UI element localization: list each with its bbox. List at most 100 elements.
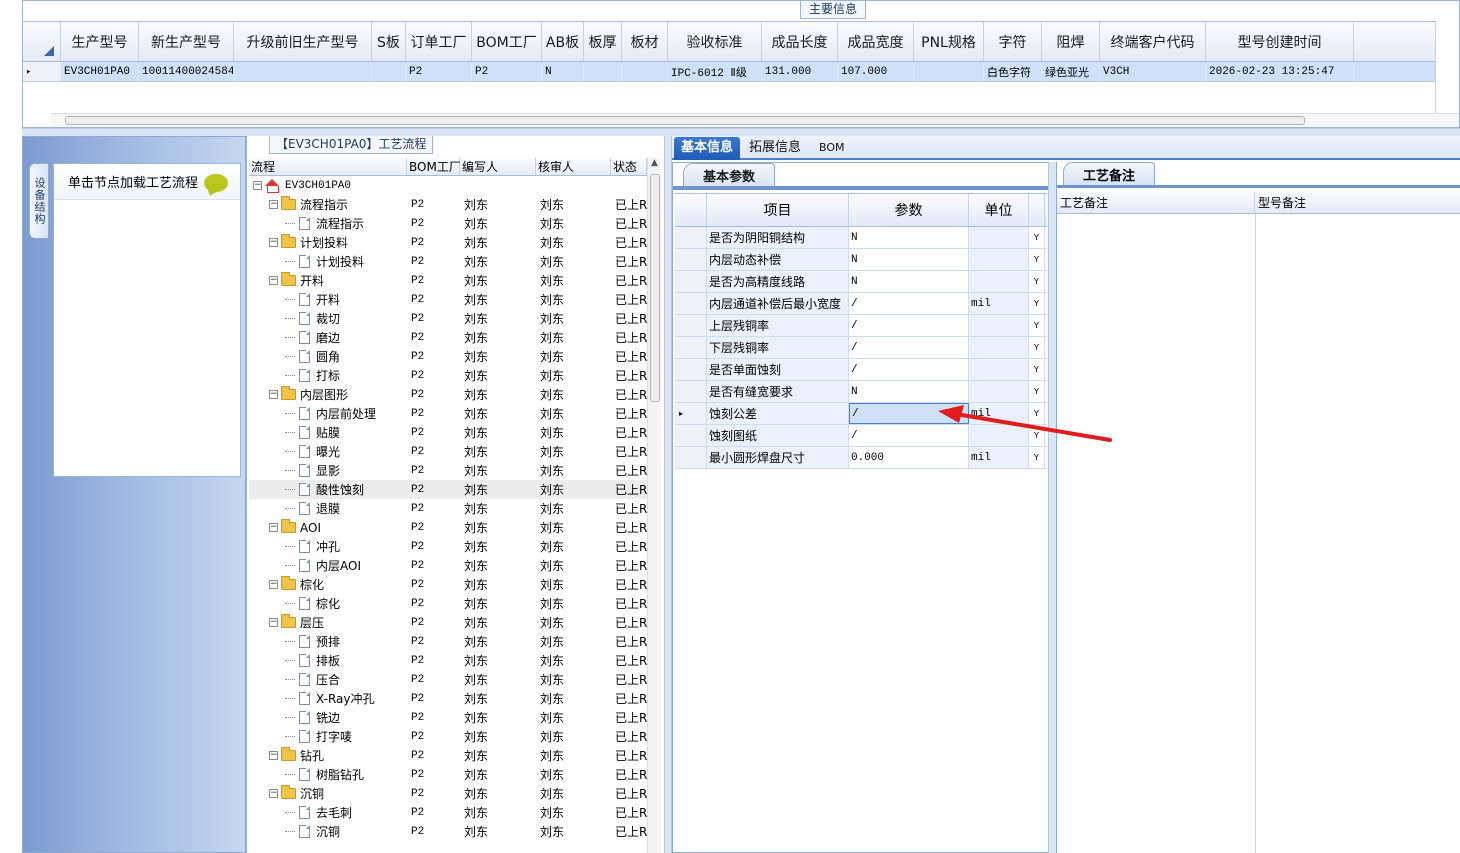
tree-row[interactable]: 裁切 P2 刘东 刘东 已上R <box>249 309 647 328</box>
horizontal-splitter[interactable] <box>22 128 1460 136</box>
cell[interactable]: 绿色亚光 <box>1042 62 1100 81</box>
param-row[interactable]: ▸ 蚀刻公差 / mil Y <box>675 403 1047 425</box>
col-header[interactable]: 阻焊 <box>1042 22 1100 61</box>
cell[interactable]: 131.000 <box>762 62 838 81</box>
cell[interactable]: N <box>542 62 584 81</box>
col-item[interactable]: 项目 <box>707 194 849 226</box>
scrollbar-thumb[interactable] <box>65 116 1305 125</box>
cell[interactable]: 107.000 <box>838 62 914 81</box>
tree-node[interactable]: 棕化 <box>249 594 407 613</box>
tree-node[interactable]: 流程指示 <box>249 214 407 233</box>
tree-node[interactable]: 曝光 <box>249 442 407 461</box>
tree-row[interactable]: 流程指示 P2 刘东 刘东 已上R <box>249 214 647 233</box>
tab-bom[interactable]: BOM <box>812 137 852 160</box>
tree-row[interactable]: − EV3CH01PA0 <box>249 176 647 195</box>
vertical-splitter-right[interactable] <box>1048 162 1056 853</box>
tree-row[interactable]: − AOI P2 刘东 刘东 已上R <box>249 518 647 537</box>
col-header[interactable]: 字符 <box>984 22 1042 61</box>
param-value[interactable]: N <box>849 381 969 402</box>
param-value[interactable]: 0.000 <box>849 447 969 468</box>
tree-node[interactable]: − 棕化 <box>249 575 407 594</box>
col-process-remark[interactable]: 工艺备注 <box>1057 192 1255 213</box>
param-row[interactable]: 是否为高精度线路 N Y <box>675 271 1047 293</box>
tree-node[interactable]: 去毛刺 <box>249 803 407 822</box>
vertical-splitter[interactable] <box>664 136 672 853</box>
param-value[interactable]: N <box>849 227 969 248</box>
col-header[interactable]: 新生产型号 <box>139 22 234 61</box>
tree-row[interactable]: 打标 P2 刘东 刘东 已上R <box>249 366 647 385</box>
cell[interactable]: V3CH <box>1100 62 1206 81</box>
collapse-icon[interactable]: − <box>269 238 278 247</box>
col-header[interactable]: 终端客户代码 <box>1100 22 1206 61</box>
tree-row[interactable]: − 计划投料 P2 刘东 刘东 已上R <box>249 233 647 252</box>
tree-node[interactable]: 内层AOI <box>249 556 407 575</box>
cell[interactable]: 2026-02-23 13:25:47 <box>1206 62 1354 81</box>
cell[interactable]: 10011400024584 <box>139 62 234 81</box>
tree-node[interactable]: − 层压 <box>249 613 407 632</box>
col-header[interactable]: 板厚 <box>584 22 622 61</box>
tree-node[interactable]: − 流程指示 <box>249 195 407 214</box>
tree-node[interactable]: − 沉铜 <box>249 784 407 803</box>
param-value[interactable]: / <box>849 293 969 314</box>
tree-row[interactable]: 预排 P2 刘东 刘东 已上R <box>249 632 647 651</box>
tree-row[interactable]: 酸性蚀刻 P2 刘东 刘东 已上R <box>249 480 647 499</box>
cell[interactable] <box>914 62 984 81</box>
tree-row[interactable]: 铣边 P2 刘东 刘东 已上R <box>249 708 647 727</box>
col-header[interactable]: 型号创建时间 <box>1206 22 1354 61</box>
col-header[interactable]: 核审人 <box>536 158 611 175</box>
param-row[interactable]: 最小圆形焊盘尺寸 0.000 mil Y <box>675 447 1047 469</box>
cell[interactable]: EV3CH01PA0 <box>61 62 139 81</box>
cell[interactable]: P2 <box>472 62 542 81</box>
col-header[interactable]: PNL规格 <box>914 22 984 61</box>
tree-row[interactable]: 显影 P2 刘东 刘东 已上R <box>249 461 647 480</box>
param-value[interactable]: N <box>849 271 969 292</box>
col-header[interactable]: 升级前旧生产型号 <box>234 22 372 61</box>
col-header[interactable]: 编写人 <box>460 158 536 175</box>
param-value[interactable]: N <box>849 249 969 270</box>
tree-row[interactable]: − 内层图形 P2 刘东 刘东 已上R <box>249 385 647 404</box>
tree-node[interactable]: 预排 <box>249 632 407 651</box>
tree-row[interactable]: 圆角 P2 刘东 刘东 已上R <box>249 347 647 366</box>
col-header[interactable]: BOM工厂 <box>472 22 542 61</box>
cell[interactable] <box>622 62 668 81</box>
tree-row[interactable]: 排板 P2 刘东 刘东 已上R <box>249 651 647 670</box>
tree-row[interactable]: 磨边 P2 刘东 刘东 已上R <box>249 328 647 347</box>
tree-row[interactable]: 贴膜 P2 刘东 刘东 已上R <box>249 423 647 442</box>
tree-node[interactable]: 酸性蚀刻 <box>249 480 407 499</box>
tree-node[interactable]: − 计划投料 <box>249 233 407 252</box>
tree-row[interactable]: 内层AOI P2 刘东 刘东 已上R <box>249 556 647 575</box>
tree-row[interactable]: X-Ray冲孔 P2 刘东 刘东 已上R <box>249 689 647 708</box>
col-header[interactable]: 验收标准 <box>668 22 762 61</box>
tree-node[interactable]: 内层前处理 <box>249 404 407 423</box>
tree-row[interactable]: 压合 P2 刘东 刘东 已上R <box>249 670 647 689</box>
col-param[interactable]: 参数 <box>849 194 969 226</box>
collapse-icon[interactable]: − <box>269 751 278 760</box>
col-header[interactable]: 成品长度 <box>762 22 838 61</box>
collapse-icon[interactable]: − <box>269 276 278 285</box>
col-header[interactable]: S板 <box>372 22 406 61</box>
tree-node[interactable]: 打字唛 <box>249 727 407 746</box>
collapse-icon[interactable]: − <box>269 580 278 589</box>
tab-basic-info[interactable]: 基本信息 <box>674 137 741 160</box>
param-row[interactable]: 内层通道补偿后最小宽度 / mil Y <box>675 293 1047 315</box>
tree-node[interactable]: 贴膜 <box>249 423 407 442</box>
tree-row[interactable]: 内层前处理 P2 刘东 刘东 已上R <box>249 404 647 423</box>
param-row[interactable]: 上层残铜率 / Y <box>675 315 1047 337</box>
tree-node[interactable]: 计划投料 <box>249 252 407 271</box>
col-header[interactable]: 板材 <box>622 22 668 61</box>
cell[interactable]: IPC-6012 Ⅱ级 <box>668 62 762 81</box>
col-header[interactable]: 订单工厂 <box>406 22 472 61</box>
cell[interactable] <box>234 62 372 81</box>
col-model-remark[interactable]: 型号备注 <box>1255 192 1460 213</box>
param-value[interactable]: / <box>849 425 969 446</box>
col-header[interactable]: 成品宽度 <box>838 22 914 61</box>
tab-extended-info[interactable]: 拓展信息 <box>742 137 808 160</box>
process-tree-scrollbar[interactable]: ▲ <box>647 158 661 853</box>
tree-row[interactable]: 曝光 P2 刘东 刘东 已上R <box>249 442 647 461</box>
tree-row[interactable]: 棕化 P2 刘东 刘东 已上R <box>249 594 647 613</box>
tree-row[interactable]: 计划投料 P2 刘东 刘东 已上R <box>249 252 647 271</box>
tree-row[interactable]: 沉铜 P2 刘东 刘东 已上R <box>249 822 647 841</box>
tree-node[interactable]: − 钻孔 <box>249 746 407 765</box>
tree-node[interactable]: 树脂钻孔 <box>249 765 407 784</box>
tree-row[interactable]: 去毛刺 P2 刘东 刘东 已上R <box>249 803 647 822</box>
